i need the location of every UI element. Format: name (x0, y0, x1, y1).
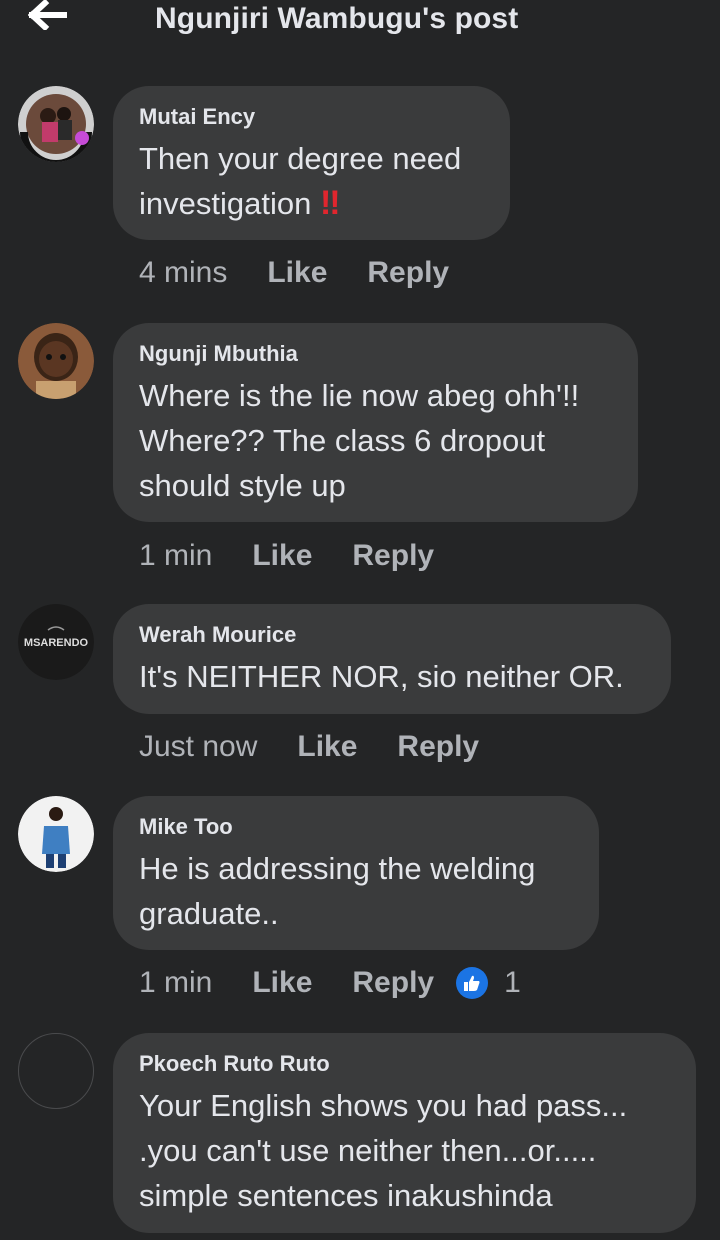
avatar-image (18, 796, 94, 872)
comment-bubble[interactable]: Ngunji Mbuthia Where is the lie now abeg… (113, 323, 638, 522)
comment-bubble[interactable]: Mutai Ency Then your degree need investi… (113, 86, 510, 240)
comment-author[interactable]: Mike Too (139, 814, 573, 840)
reply-button[interactable]: Reply (397, 730, 479, 764)
comment-text: Then your degree need investigation ‼ (139, 141, 462, 222)
header: Ngunjiri Wambugu's post (0, 0, 720, 40)
comment-author[interactable]: Mutai Ency (139, 104, 484, 130)
comment-actions: 1 min Like Reply 1 (139, 966, 521, 1000)
avatar[interactable] (18, 323, 94, 399)
like-button[interactable]: Like (297, 730, 357, 764)
page-title: Ngunjiri Wambugu's post (155, 2, 519, 35)
comment-text: Your English shows you had pass... .you … (139, 1088, 628, 1213)
avatar[interactable] (18, 1033, 94, 1109)
avatar-caption: MSARENDO (24, 637, 89, 649)
comment-actions: Just now Like Reply (139, 730, 519, 764)
arrow-left-icon (28, 0, 67, 30)
avatar[interactable]: MSARENDO (18, 604, 94, 680)
timestamp[interactable]: 1 min (139, 966, 212, 1000)
avatar-image (18, 86, 94, 162)
comment-text: He is addressing the welding graduate.. (139, 851, 536, 931)
timestamp[interactable]: 4 mins (139, 256, 227, 290)
comment-bubble[interactable]: Pkoech Ruto Ruto Your English shows you … (113, 1033, 696, 1233)
thumbs-up-icon[interactable] (456, 967, 489, 999)
comment-author[interactable]: Ngunji Mbuthia (139, 341, 612, 367)
comment-text: Where is the lie now abeg ohh'!! Where??… (139, 378, 580, 503)
like-button[interactable]: Like (252, 966, 312, 1000)
reply-button[interactable]: Reply (352, 539, 434, 573)
reply-button[interactable]: Reply (367, 256, 449, 290)
reply-button[interactable]: Reply (352, 966, 434, 1000)
reaction-count[interactable]: 1 (504, 966, 521, 1000)
timestamp[interactable]: Just now (139, 730, 257, 764)
like-button[interactable]: Like (252, 539, 312, 573)
comment-text: It's NEITHER NOR, sio neither OR. (139, 659, 624, 694)
comment-author[interactable]: Werah Mourice (139, 622, 645, 648)
comment-bubble[interactable]: Mike Too He is addressing the welding gr… (113, 796, 599, 950)
comment-actions: 1 min Like Reply (139, 539, 474, 573)
timestamp[interactable]: 1 min (139, 539, 212, 573)
comment-author[interactable]: Pkoech Ruto Ruto (139, 1051, 670, 1077)
double-exclamation-emoji: ‼ (319, 184, 340, 222)
comment-actions: 4 mins Like Reply (139, 256, 489, 290)
comment-bubble[interactable]: Werah Mourice It's NEITHER NOR, sio neit… (113, 604, 671, 714)
avatar-image: MSARENDO (18, 604, 94, 680)
back-button[interactable] (28, 0, 68, 30)
avatar[interactable] (18, 86, 94, 162)
like-button[interactable]: Like (267, 256, 327, 290)
avatar-image (18, 323, 94, 399)
avatar[interactable] (18, 796, 94, 872)
